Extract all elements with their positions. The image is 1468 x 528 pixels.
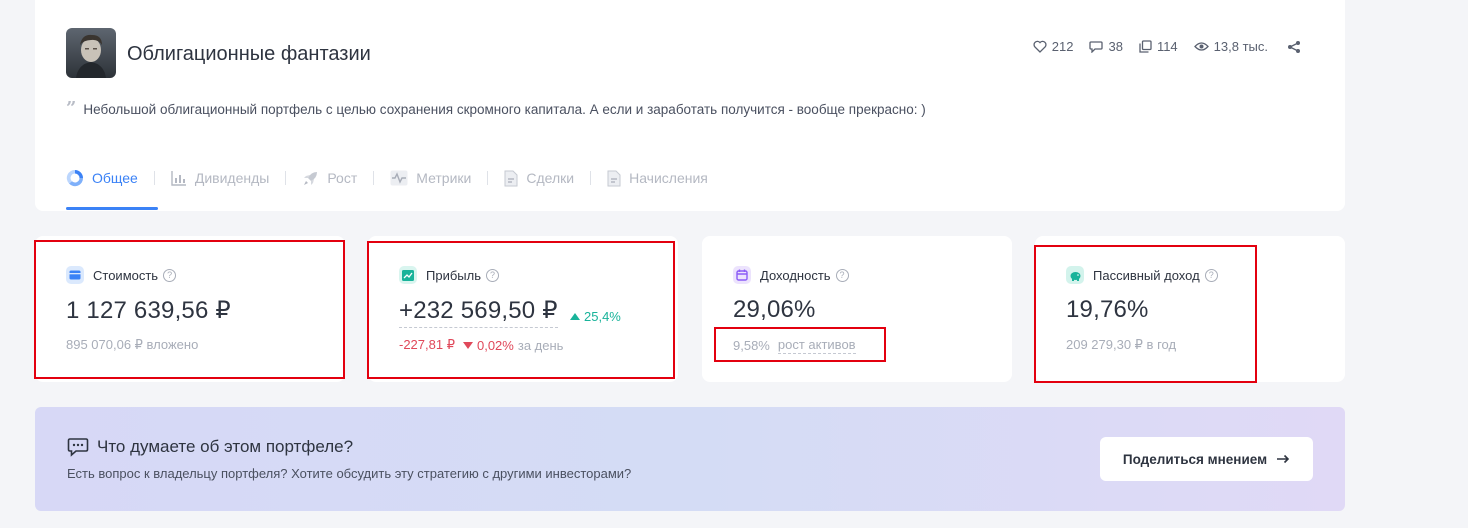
copies-stat[interactable]: 114 <box>1139 39 1178 54</box>
eye-icon <box>1193 42 1209 51</box>
portfolio-stats: 212 38 114 13,8 тыс. <box>1033 39 1268 54</box>
document-icon <box>504 170 518 186</box>
quote-icon: ” <box>66 98 77 119</box>
share-opinion-label: Поделиться мнением <box>1122 451 1268 467</box>
tab-accruals[interactable]: Начисления <box>607 170 708 187</box>
tab-deals[interactable]: Сделки <box>504 170 574 187</box>
highlight-box-value <box>34 240 345 379</box>
chat-bubble-icon <box>67 438 89 457</box>
portfolio-tabs: Общее Дивиденды Рост Метрики Сделки Начи… <box>66 164 708 192</box>
portfolio-header-card: Облигационные фантазии 212 38 114 13,8 т… <box>35 0 1345 211</box>
tab-divider <box>590 171 592 185</box>
tab-growth[interactable]: Рост <box>302 170 357 187</box>
likes-stat[interactable]: 212 <box>1033 39 1074 54</box>
banner-description: Есть вопрос к владельцу портфеля? Хотите… <box>67 466 632 481</box>
highlight-box-asset-growth <box>714 327 886 362</box>
likes-count: 212 <box>1051 39 1074 54</box>
pulse-icon <box>390 170 408 186</box>
banner-title-text: Что думаете об этом портфеле? <box>97 437 354 456</box>
rocket-icon <box>304 171 318 185</box>
metric-label: Доходность <box>760 267 831 283</box>
comments-count: 38 <box>1108 39 1123 54</box>
tab-general-label: Общее <box>92 170 138 186</box>
tab-divider <box>487 171 489 185</box>
highlight-box-passive-income <box>1034 245 1257 383</box>
metric-value: 29,06% <box>733 296 816 323</box>
heart-icon <box>1033 40 1047 53</box>
tab-deals-label: Сделки <box>526 170 575 186</box>
tab-divider <box>285 171 287 185</box>
tab-metrics-label: Метрики <box>416 170 472 186</box>
tab-divider <box>153 171 155 185</box>
highlight-box-profit <box>367 241 675 379</box>
copies-count: 114 <box>1156 39 1178 54</box>
arrow-right-icon <box>1277 454 1290 464</box>
active-tab-indicator <box>66 207 158 210</box>
portfolio-title: Облигационные фантазии <box>127 43 371 65</box>
views-count: 13,8 тыс. <box>1213 39 1268 54</box>
document-icon <box>607 170 621 186</box>
views-stat: 13,8 тыс. <box>1193 39 1268 54</box>
tab-divider <box>373 171 375 185</box>
copy-icon <box>1139 40 1152 53</box>
description-text: Небольшой облигационный портфель с целью… <box>83 102 926 117</box>
portfolio-avatar <box>66 28 116 78</box>
bar-chart-icon <box>171 171 186 186</box>
tab-general[interactable]: Общее <box>66 169 138 187</box>
comments-stat[interactable]: 38 <box>1089 39 1123 54</box>
tab-accruals-label: Начисления <box>629 170 708 186</box>
pie-chart-icon <box>66 169 84 187</box>
portfolio-description: ” Небольшой облигационный портфель с цел… <box>66 98 926 119</box>
discussion-banner: Что думаете об этом портфеле? Есть вопро… <box>35 407 1345 511</box>
help-icon[interactable]: ? <box>835 268 849 282</box>
share-button[interactable] <box>1287 40 1301 59</box>
share-opinion-button[interactable]: Поделиться мнением <box>1100 437 1313 481</box>
tab-metrics[interactable]: Метрики <box>390 170 471 186</box>
tab-growth-label: Рост <box>327 170 358 186</box>
comment-icon <box>1089 41 1104 53</box>
calendar-icon <box>733 266 751 284</box>
banner-title: Что думаете об этом портфеле? <box>67 437 353 457</box>
metric-header: Доходность ? <box>733 266 849 284</box>
tab-dividends-label: Дивиденды <box>194 170 270 186</box>
share-icon <box>1288 41 1300 53</box>
tab-dividends[interactable]: Дивиденды <box>171 170 269 186</box>
